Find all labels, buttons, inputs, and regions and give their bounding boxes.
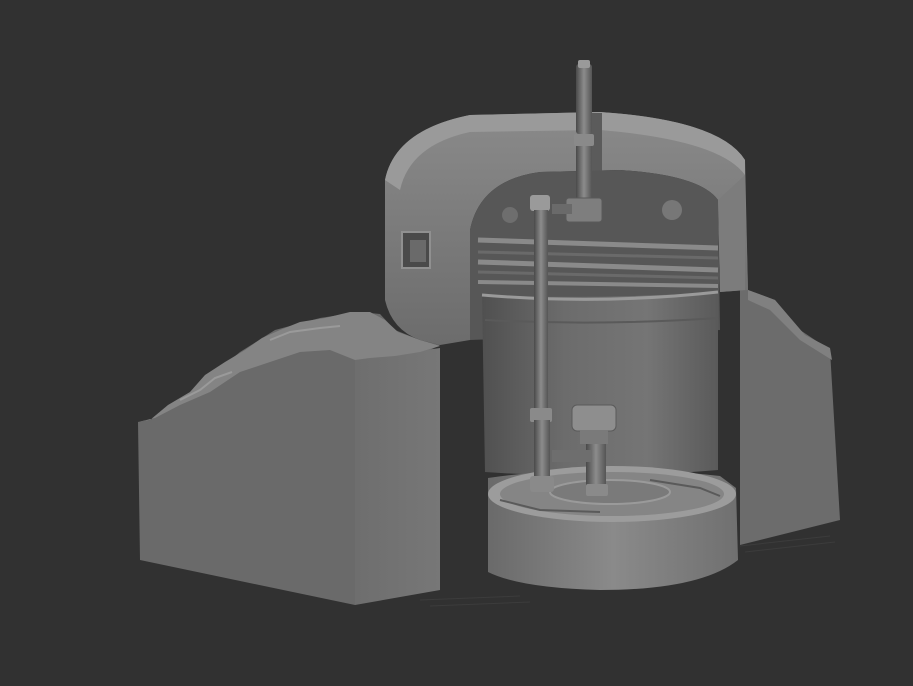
- bolt-icon: [662, 200, 682, 220]
- bunker-model-render: [138, 60, 840, 607]
- 3d-viewport[interactable]: [0, 0, 913, 686]
- base-plate: [488, 466, 738, 590]
- left-foundation-block: [138, 312, 440, 605]
- right-wall: [740, 180, 840, 545]
